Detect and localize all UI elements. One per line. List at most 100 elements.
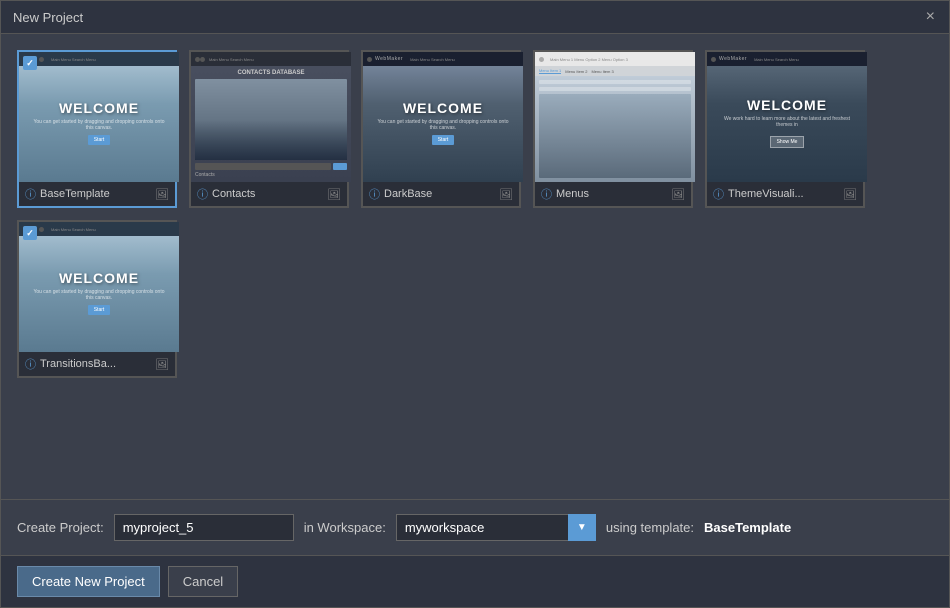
menus-row-2 [539,87,691,91]
dialog-title: New Project [13,10,83,25]
action-bar: Create New Project Cancel [1,555,949,607]
darkbase-template-footer: ⓘ DarkBase 🖼 [363,182,519,206]
project-name-input[interactable] [114,514,294,541]
transitions-bar-text: Main Menu Search Menu [51,227,96,232]
transitions-template-footer: ⓘ TransitionsBa... 🖼 [19,352,175,376]
darkbase-info-icon[interactable]: ⓘ [369,186,380,202]
template-card-theme[interactable]: WebMaker Main Menu Search Menu WELCOME W… [705,50,865,208]
menus-template-name: Menus [556,188,667,200]
base-sub-text: You can get started by dragging and drop… [19,119,179,131]
menus-row-1 [539,80,691,84]
contacts-info-icon[interactable]: ⓘ [197,186,208,202]
transitions-start-btn: Start [88,305,111,315]
theme-img-icon[interactable]: 🖼 [843,188,857,201]
template-thumb-theme: WebMaker Main Menu Search Menu WELCOME W… [707,52,867,182]
base-bar-text: Main Menu Search Menu [51,57,96,62]
menus-img-area [539,94,691,178]
selected-checkmark: ✓ [23,56,37,70]
darkbase-template-name: DarkBase [384,188,495,200]
menu-item-1: Menu Item 1 [539,68,561,74]
base-img-icon[interactable]: 🖼 [155,188,169,201]
thumb-contacts-visual: Main Menu Search Menu CONTACTS DATABASE [191,52,351,182]
workspace-select[interactable]: myworkspace [396,514,596,541]
contacts-overlay [195,120,347,161]
contacts-img-icon[interactable]: 🖼 [327,188,341,201]
thumb-menus-visual: Main Menu 1 Menu Option 2 Menu Option 3 … [535,52,695,182]
contacts-db-title: CONTACTS DATABASE [195,70,347,76]
base-info-icon[interactable]: ⓘ [25,186,36,202]
template-thumb-transitions: Main Menu Search Menu WELCOME You can ge… [19,222,179,352]
theme-info-icon[interactable]: ⓘ [713,186,724,202]
contacts-bar: Main Menu Search Menu [191,52,351,66]
darkbase-sub-text: You can get started by dragging and drop… [363,119,523,131]
close-button[interactable]: × [924,9,937,25]
new-project-dialog: New Project × Main Menu Search Menu WELC… [0,0,950,608]
darkbase-bar-text: Main Menu Search Menu [410,57,455,62]
theme-bar: WebMaker Main Menu Search Menu [707,52,867,66]
dialog-titlebar: New Project × [1,1,949,34]
transitions-info-icon[interactable]: ⓘ [25,356,36,372]
transitions-sub-text: You can get started by dragging and drop… [19,289,179,301]
theme-logo: WebMaker [719,56,747,62]
transitions-welcome-text: WELCOME [59,270,139,286]
darkbase-welcome-text: WELCOME [403,100,483,116]
templates-content: Main Menu Search Menu WELCOME You can ge… [1,34,949,499]
base-template-name: BaseTemplate [40,188,151,200]
theme-template-name: ThemeVisuali... [728,188,839,200]
contacts-label: Contacts [195,172,347,178]
template-card-contacts[interactable]: Main Menu Search Menu CONTACTS DATABASE [189,50,349,208]
contacts-search-row [195,163,347,170]
menus-img-icon[interactable]: 🖼 [671,188,685,201]
thumb-base-bar: Main Menu Search Menu [19,52,179,66]
thumb-base-visual: Main Menu Search Menu WELCOME You can ge… [19,52,179,182]
menus-bar-text: Main Menu 1 Menu Option 2 Menu Option 3 [550,57,628,62]
base-welcome-text: WELCOME [59,100,139,116]
template-thumb-darkbase: WebMaker Main Menu Search Menu WELCOME Y… [363,52,523,182]
theme-dot-1 [711,57,716,62]
workspace-select-wrapper: myworkspace ▼ [396,514,596,541]
thumb-transitions-visual: Main Menu Search Menu WELCOME You can ge… [19,222,179,352]
theme-show-btn: Show Me [770,136,805,148]
darkbase-dot-1 [367,57,372,62]
project-config-bar: Create Project: in Workspace: myworkspac… [1,499,949,555]
menus-menubar: Menu Item 1 Menu Item 2 Menu Item 3 [535,66,695,76]
create-project-label: Create Project: [17,520,104,535]
base-start-btn: Start [88,135,111,145]
transitions-template-name: TransitionsBa... [40,358,151,370]
create-new-project-button[interactable]: Create New Project [17,566,160,597]
contacts-img [195,79,347,160]
transitions-checkmark: ✓ [23,226,37,240]
template-card-transitions[interactable]: Main Menu Search Menu WELCOME You can ge… [17,220,177,378]
transitions-img-icon[interactable]: 🖼 [155,358,169,371]
cancel-button[interactable]: Cancel [168,566,238,597]
theme-bar-text: Main Menu Search Menu [754,57,799,62]
contacts-content-area: CONTACTS DATABASE Contacts [191,66,351,182]
template-card-darkbase[interactable]: WebMaker Main Menu Search Menu WELCOME Y… [361,50,521,208]
menu-item-3: Menu Item 3 [591,69,613,74]
darkbase-img-icon[interactable]: 🖼 [499,188,513,201]
templates-grid: Main Menu Search Menu WELCOME You can ge… [17,50,933,378]
in-workspace-label: in Workspace: [304,520,386,535]
template-thumb-menus: Main Menu 1 Menu Option 2 Menu Option 3 … [535,52,695,182]
menus-dot-1 [539,57,544,62]
menu-item-2: Menu Item 2 [565,69,587,74]
menus-template-footer: ⓘ Menus 🖼 [535,182,691,206]
thumb-theme-visual: WebMaker Main Menu Search Menu WELCOME W… [707,52,867,182]
contacts-dot-2 [200,57,205,62]
template-card-base[interactable]: Main Menu Search Menu WELCOME You can ge… [17,50,177,208]
contacts-search-box [195,163,331,170]
contacts-bar-text: Main Menu Search Menu [209,57,254,62]
template-card-menus[interactable]: Main Menu 1 Menu Option 2 Menu Option 3 … [533,50,693,208]
menus-info-icon[interactable]: ⓘ [541,186,552,202]
menus-content [535,76,695,182]
transitions-dot-3 [39,227,44,232]
using-template-label: using template: [606,520,694,535]
transitions-bar: Main Menu Search Menu [19,222,179,236]
theme-template-footer: ⓘ ThemeVisuali... 🖼 [707,182,863,206]
contacts-search-btn [333,163,347,170]
theme-welcome-text: WELCOME [747,97,827,113]
darkbase-logo: WebMaker [375,56,403,62]
thumb-darkbase-visual: WebMaker Main Menu Search Menu WELCOME Y… [363,52,523,182]
base-template-footer: ⓘ BaseTemplate 🖼 [19,182,175,206]
darkbase-start-btn: Start [432,135,455,145]
